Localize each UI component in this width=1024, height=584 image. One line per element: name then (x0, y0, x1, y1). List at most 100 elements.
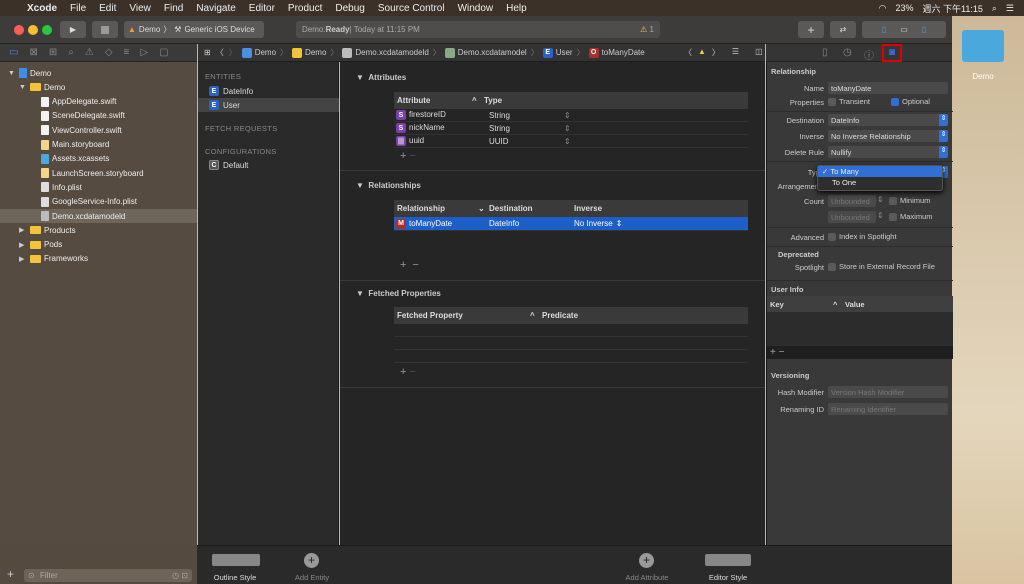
store-external-checkbox[interactable]: Store in External Record File (828, 262, 935, 272)
warning-icon[interactable]: ▲ (698, 47, 706, 58)
disclosure-triangle[interactable]: ▼ (8, 70, 16, 77)
navigator-item[interactable]: ▶ Pods (0, 238, 197, 252)
minimum-stepper[interactable]: ⇕ (877, 195, 884, 204)
optional-checkbox[interactable]: Optional (891, 97, 930, 107)
folder-icon[interactable]: ▭ (9, 47, 18, 58)
navigator-item[interactable]: ▶ Products (0, 223, 197, 237)
type-stepper-icon[interactable]: ⇕ (564, 111, 571, 120)
filter-input[interactable]: Filter ⊙ ◷ ⊡ (24, 569, 192, 582)
renaming-id-field[interactable]: Renaming Identifier (828, 403, 948, 415)
data-model-inspector-icon[interactable]: ◙ (882, 44, 902, 62)
battery-text[interactable]: 23% (896, 3, 914, 13)
type-stepper-icon[interactable]: ⇕ (564, 124, 571, 133)
debug-icon[interactable]: ≡ (124, 47, 130, 58)
breadcrumb-item[interactable]: E User (542, 47, 573, 58)
minimum-count-field[interactable]: Unbounded (828, 195, 876, 207)
fetched-property-column-header[interactable]: Fetched Property (394, 311, 530, 320)
relationship-destination[interactable]: DateInfo (489, 219, 574, 228)
config-item-default[interactable]: C Default (198, 158, 339, 172)
maximum-stepper[interactable]: ⇕ (877, 211, 884, 220)
hash-modifier-field[interactable]: Version Hash Modifier (828, 386, 948, 398)
type-column-header[interactable]: Type (484, 96, 502, 105)
zoom-button[interactable] (42, 25, 52, 35)
entity-item-dateinfo[interactable]: E DateInfo (198, 84, 339, 98)
issue-icon[interactable]: ⚠ (85, 47, 94, 58)
inverse-column-header[interactable]: Inverse (574, 204, 602, 213)
scheme-selector[interactable]: ▲ Demo 〉 ⚒ Generic iOS Device (124, 21, 264, 38)
destination-column-header[interactable]: Destination (489, 204, 574, 213)
breakpoint-icon[interactable]: ▷ (140, 47, 148, 58)
entity-item-user[interactable]: E User (198, 98, 339, 112)
desktop-folder-label[interactable]: Demo (962, 72, 1004, 81)
breadcrumb-item[interactable]: OtoManyDate (588, 47, 645, 58)
navigator-item[interactable]: Main.storyboard (0, 138, 197, 152)
attribute-type[interactable]: String (489, 124, 564, 133)
library-button[interactable]: + (798, 21, 824, 38)
navigator-item[interactable]: ViewController.swift (0, 123, 197, 137)
minimum-checkbox[interactable]: Minimum (889, 196, 930, 206)
disclosure-triangle[interactable]: ▶ (19, 255, 27, 263)
menu-editor[interactable]: Editor (249, 3, 275, 14)
clock[interactable]: 週六 下午11:15 (923, 2, 983, 15)
next-issue-icon[interactable]: 〉 (712, 47, 720, 58)
editor-style-toggle[interactable] (705, 554, 751, 566)
close-button[interactable] (14, 25, 24, 35)
maximum-checkbox[interactable]: Maximum (889, 212, 933, 222)
file-inspector-icon[interactable]: ▯ (822, 47, 828, 58)
minimize-button[interactable] (28, 25, 38, 35)
navigator-item[interactable]: ▼ Demo (0, 66, 197, 80)
menu-file[interactable]: File (70, 3, 86, 14)
menu-help[interactable]: Help (506, 3, 527, 14)
breadcrumb-item[interactable]: Demo.xcdatamodel (444, 47, 527, 58)
find-icon[interactable]: ⌕ (68, 47, 74, 58)
relationships-section-toggle[interactable]: ▼ Relationships (356, 181, 421, 190)
navigator-item[interactable]: SceneDelegate.swift (0, 109, 197, 123)
outline-icon[interactable]: ☰ (732, 47, 739, 58)
attribute-row[interactable]: SfirestoreID String ⇕ (394, 109, 748, 122)
search-icon[interactable]: ⌕ (992, 3, 997, 14)
menu-find[interactable]: Find (164, 3, 183, 14)
add-remove-user-info[interactable]: + − (767, 346, 953, 359)
disclosure-triangle[interactable]: ▶ (19, 226, 27, 234)
menu-app[interactable]: Xcode (27, 3, 57, 14)
back-icon[interactable]: 〈 (216, 47, 224, 58)
wifi-icon[interactable]: ◠ (879, 3, 887, 14)
warning-icon[interactable]: ⚠ 1 (640, 25, 654, 34)
attribute-type[interactable]: UUID (489, 137, 564, 146)
recent-files-icon[interactable]: ◷ ⊡ (172, 569, 188, 582)
outline-style-toggle[interactable] (212, 554, 260, 566)
key-column-header[interactable]: Key (767, 300, 833, 309)
navigator-item[interactable]: ▼ Demo (0, 80, 197, 94)
inverse-popup[interactable]: No Inverse Relationship (828, 130, 948, 142)
relationship-row[interactable]: MtoManyDate DateInfo No Inverse ⇕ (394, 217, 748, 231)
report-icon[interactable]: ▢ (159, 47, 168, 58)
menu-source-control[interactable]: Source Control (378, 3, 445, 14)
add-editor-icon[interactable]: ◫ (755, 47, 763, 58)
navigator-item[interactable]: ▶ Frameworks (0, 252, 197, 266)
add-remove-relationship[interactable]: + − (400, 259, 419, 271)
index-spotlight-checkbox[interactable]: Index in Spotlight (828, 232, 897, 242)
prev-issue-icon[interactable]: 〈 (684, 47, 692, 58)
relationship-inverse[interactable]: No Inverse (574, 219, 613, 228)
attributes-section-toggle[interactable]: ▼ Attributes (356, 73, 406, 82)
navigator-item[interactable]: AppDelegate.swift (0, 95, 197, 109)
symbol-icon[interactable]: ⊞ (49, 47, 57, 58)
breadcrumb-item[interactable]: Demo (241, 47, 276, 58)
add-remove-fetched-property[interactable]: + − (400, 366, 416, 378)
menu-product[interactable]: Product (288, 3, 322, 14)
destination-popup[interactable]: DateInfo (828, 114, 948, 126)
attribute-column-header[interactable]: Attribute (394, 96, 472, 105)
add-remove-attribute[interactable]: + − (400, 150, 416, 162)
forward-icon[interactable]: 〉 (229, 47, 237, 58)
source-control-icon[interactable]: ⊠ (29, 47, 37, 58)
relationship-column-header[interactable]: Relationship (394, 204, 478, 213)
stop-button[interactable] (92, 21, 118, 38)
run-button[interactable]: ▶ (60, 21, 86, 38)
maximum-count-field[interactable]: Unbounded (828, 211, 876, 223)
attribute-row[interactable]: ||| uuid UUID ⇕ (394, 135, 748, 148)
toggle-debug-icon[interactable]: ▭ (900, 25, 908, 34)
menu-item-to-one[interactable]: To One (818, 177, 942, 188)
related-items-icon[interactable]: ⊞ (204, 48, 211, 57)
breadcrumb-item[interactable]: Demo (292, 47, 326, 58)
help-inspector-icon[interactable]: ⓘ (864, 47, 874, 62)
